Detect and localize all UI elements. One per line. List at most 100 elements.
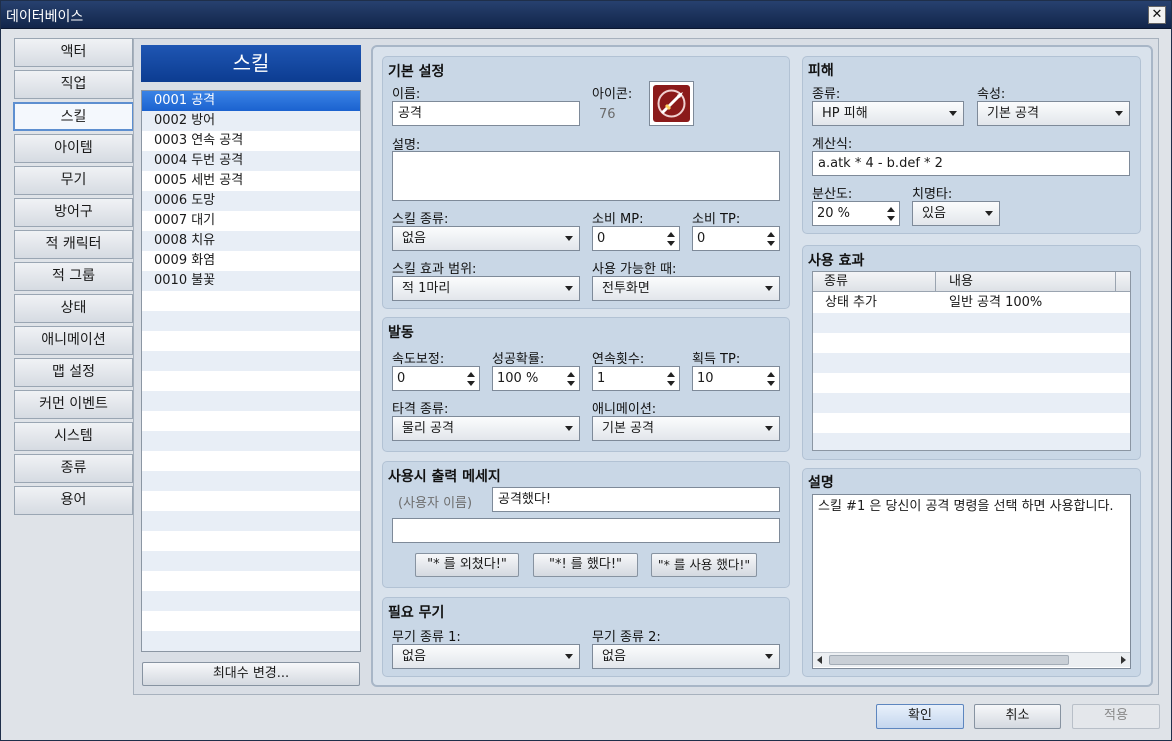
tp-cost-stepper[interactable]: 0: [692, 226, 780, 251]
category-tab[interactable]: 용어: [14, 486, 133, 515]
mp-cost-stepper[interactable]: 0: [592, 226, 680, 251]
spin-down-icon[interactable]: [767, 241, 775, 246]
effects-table-row[interactable]: [813, 353, 1130, 373]
category-tab[interactable]: 무기: [14, 166, 133, 195]
spin-up-icon[interactable]: [667, 372, 675, 377]
effects-table-row[interactable]: [813, 373, 1130, 393]
category-tab[interactable]: 종류: [14, 454, 133, 483]
category-tab[interactable]: 시스템: [14, 422, 133, 451]
skill-list-empty-row[interactable]: [142, 371, 360, 391]
spin-up-icon[interactable]: [767, 232, 775, 237]
skill-list-empty-row[interactable]: [142, 451, 360, 471]
category-tab[interactable]: 애니메이션: [14, 326, 133, 355]
skill-list-item[interactable]: 0003 연속 공격: [142, 131, 360, 151]
scroll-left-icon[interactable]: [817, 656, 822, 664]
effects-table[interactable]: 종류 내용 상태 추가 일반 공격 100%: [812, 271, 1131, 451]
speed-stepper[interactable]: 0: [392, 366, 480, 391]
category-tab[interactable]: 상태: [14, 294, 133, 323]
category-tab[interactable]: 적 캐릭터: [14, 230, 133, 259]
apply-button[interactable]: 적용: [1072, 704, 1160, 729]
effects-table-row[interactable]: [813, 313, 1130, 333]
skill-list-empty-row[interactable]: [142, 391, 360, 411]
skill-list-item[interactable]: 0005 세번 공격: [142, 171, 360, 191]
effects-col-type[interactable]: 종류: [824, 272, 848, 292]
element-select[interactable]: 기본 공격: [977, 101, 1130, 126]
skill-list-empty-row[interactable]: [142, 611, 360, 631]
message-preset-did-button[interactable]: "*! 를 했다!": [533, 553, 638, 577]
occasion-select[interactable]: 전투화면: [592, 276, 780, 301]
ok-button[interactable]: 확인: [876, 704, 964, 729]
skill-list-empty-row[interactable]: [142, 631, 360, 651]
effects-table-row[interactable]: [813, 433, 1130, 450]
category-tab[interactable]: 적 그룹: [14, 262, 133, 291]
skill-list-empty-row[interactable]: [142, 291, 360, 311]
critical-select[interactable]: 있음: [912, 201, 1000, 226]
skill-type-select[interactable]: 없음: [392, 226, 580, 251]
close-icon[interactable]: ✕: [1148, 6, 1166, 24]
skill-list-item[interactable]: 0004 두번 공격: [142, 151, 360, 171]
skill-list-empty-row[interactable]: [142, 471, 360, 491]
skill-list-empty-row[interactable]: [142, 571, 360, 591]
spin-down-icon[interactable]: [567, 381, 575, 386]
description-input[interactable]: [392, 151, 780, 201]
skill-list-item[interactable]: 0002 방어: [142, 111, 360, 131]
damage-type-select[interactable]: HP 피해: [812, 101, 964, 126]
effects-table-row[interactable]: 상태 추가 일반 공격 100%: [813, 293, 1130, 313]
skill-icon-picker[interactable]: [649, 81, 694, 126]
spin-up-icon[interactable]: [887, 207, 895, 212]
variance-stepper[interactable]: 20 %: [812, 201, 900, 226]
category-tab[interactable]: 맵 설정: [14, 358, 133, 387]
skill-list-item[interactable]: 0007 대기: [142, 211, 360, 231]
skill-list-empty-row[interactable]: [142, 511, 360, 531]
category-tab[interactable]: 스킬: [13, 102, 134, 131]
category-tab[interactable]: 직업: [14, 70, 133, 99]
spin-up-icon[interactable]: [667, 232, 675, 237]
formula-input[interactable]: a.atk * 4 - b.def * 2: [812, 151, 1130, 176]
spin-down-icon[interactable]: [467, 381, 475, 386]
spin-up-icon[interactable]: [767, 372, 775, 377]
skill-list-empty-row[interactable]: [142, 531, 360, 551]
effects-table-row[interactable]: [813, 393, 1130, 413]
message-line1-input[interactable]: 공격했다!: [492, 487, 780, 512]
spin-up-icon[interactable]: [567, 372, 575, 377]
skill-list-item[interactable]: 0001 공격: [142, 91, 360, 111]
skill-list-empty-row[interactable]: [142, 551, 360, 571]
skill-list-empty-row[interactable]: [142, 351, 360, 371]
name-input[interactable]: 공격: [392, 101, 580, 126]
category-tab[interactable]: 아이템: [14, 134, 133, 163]
scroll-thumb[interactable]: [829, 655, 1069, 665]
scroll-right-icon[interactable]: [1121, 656, 1126, 664]
skill-list-item[interactable]: 0010 불꽃: [142, 271, 360, 291]
scope-select[interactable]: 적 1마리: [392, 276, 580, 301]
effects-table-row[interactable]: [813, 413, 1130, 433]
skill-list-item[interactable]: 0009 화염: [142, 251, 360, 271]
cancel-button[interactable]: 취소: [974, 704, 1061, 729]
skill-list-empty-row[interactable]: [142, 591, 360, 611]
skill-list[interactable]: 0001 공격 0002 방어 0003 연속 공격 0004 두번 공격 0005 세…: [141, 90, 361, 652]
effects-table-row[interactable]: [813, 333, 1130, 353]
skill-list-empty-row[interactable]: [142, 431, 360, 451]
skill-list-empty-row[interactable]: [142, 311, 360, 331]
category-tab[interactable]: 방어구: [14, 198, 133, 227]
weapon-type2-select[interactable]: 없음: [592, 644, 780, 669]
skill-list-item[interactable]: 0006 도망: [142, 191, 360, 211]
spin-down-icon[interactable]: [667, 381, 675, 386]
repeat-stepper[interactable]: 1: [592, 366, 680, 391]
spin-down-icon[interactable]: [667, 241, 675, 246]
skill-list-empty-row[interactable]: [142, 411, 360, 431]
spin-down-icon[interactable]: [767, 381, 775, 386]
message-preset-shout-button[interactable]: "* 를 외쳤다!": [415, 553, 519, 577]
note-textarea[interactable]: 스킬 #1 은 당신이 공격 명령을 선택 하면 사용합니다.: [812, 494, 1131, 669]
spin-down-icon[interactable]: [887, 216, 895, 221]
category-tab[interactable]: 커먼 이벤트: [14, 390, 133, 419]
success-stepper[interactable]: 100 %: [492, 366, 580, 391]
message-preset-use-button[interactable]: "* 를 사용 했다!": [651, 553, 757, 577]
change-maximum-button[interactable]: 최대수 변경...: [142, 662, 360, 686]
skill-list-empty-row[interactable]: [142, 331, 360, 351]
skill-list-item[interactable]: 0008 치유: [142, 231, 360, 251]
tp-gain-stepper[interactable]: 10: [692, 366, 780, 391]
message-line2-input[interactable]: [392, 518, 780, 543]
spin-up-icon[interactable]: [467, 372, 475, 377]
weapon-type1-select[interactable]: 없음: [392, 644, 580, 669]
category-tab[interactable]: 액터: [14, 38, 133, 67]
